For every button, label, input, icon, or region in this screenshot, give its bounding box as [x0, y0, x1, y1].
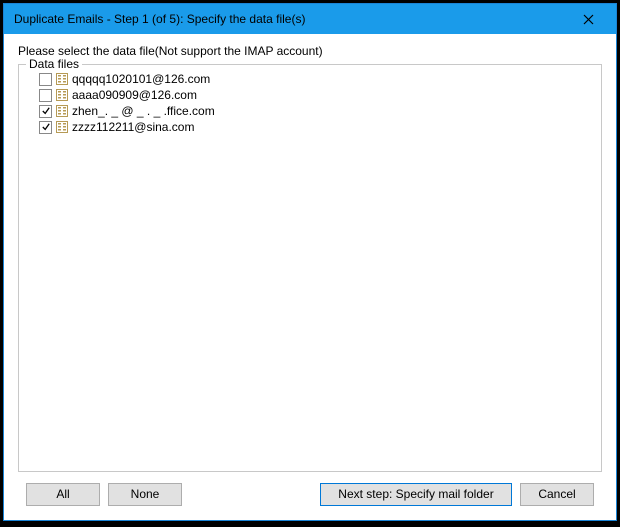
list-item[interactable]: aaaa090909@126.com — [23, 87, 597, 103]
list-item[interactable]: zhen_. _ @ _ . _ .ffice.com — [23, 103, 597, 119]
pst-file-icon — [55, 88, 69, 102]
cancel-button[interactable]: Cancel — [520, 483, 594, 506]
close-button[interactable] — [568, 7, 608, 31]
button-bar: All None Next step: Specify mail folder … — [18, 472, 602, 512]
list-item[interactable]: qqqqq1020101@126.com — [23, 71, 597, 87]
select-all-button[interactable]: All — [26, 483, 100, 506]
pst-file-icon — [55, 72, 69, 86]
instruction-text: Please select the data file(Not support … — [18, 44, 602, 58]
dialog-window: Duplicate Emails - Step 1 (of 5): Specif… — [3, 3, 617, 521]
pst-file-icon — [55, 104, 69, 118]
file-checkbox[interactable] — [39, 121, 52, 134]
select-none-button[interactable]: None — [108, 483, 182, 506]
content-area: Please select the data file(Not support … — [4, 34, 616, 520]
file-label: aaaa090909@126.com — [72, 88, 197, 102]
file-checkbox[interactable] — [39, 89, 52, 102]
data-files-fieldset: Data files qqqqq1020101@126.comaaaa09090… — [18, 64, 602, 472]
titlebar: Duplicate Emails - Step 1 (of 5): Specif… — [4, 4, 616, 34]
data-files-list: qqqqq1020101@126.com aaaa090909@126.com zh… — [23, 71, 597, 467]
fieldset-legend: Data files — [26, 57, 82, 71]
file-checkbox[interactable] — [39, 73, 52, 86]
file-checkbox[interactable] — [39, 105, 52, 118]
list-item[interactable]: zzzz112211@sina.com — [23, 119, 597, 135]
next-step-button[interactable]: Next step: Specify mail folder — [320, 483, 512, 506]
file-label: zhen_. _ @ _ . _ .ffice.com — [72, 104, 215, 118]
window-title: Duplicate Emails - Step 1 (of 5): Specif… — [14, 12, 568, 26]
close-icon — [583, 14, 594, 25]
file-label: zzzz112211@sina.com — [72, 120, 194, 134]
pst-file-icon — [55, 120, 69, 134]
file-label: qqqqq1020101@126.com — [72, 72, 210, 86]
